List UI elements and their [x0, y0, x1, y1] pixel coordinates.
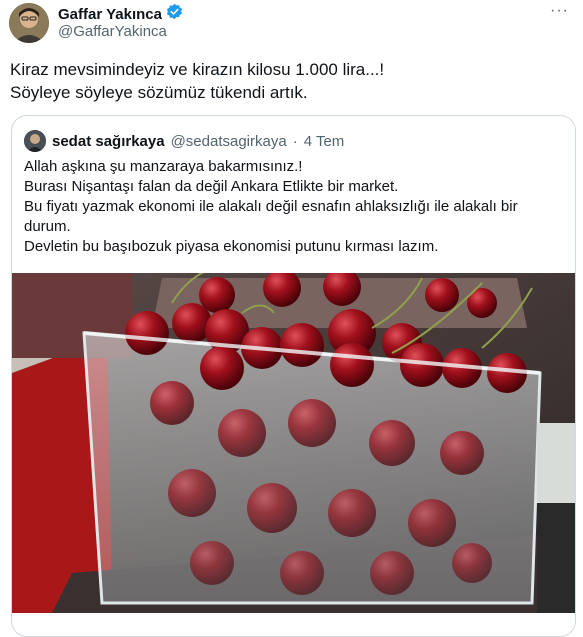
author-avatar[interactable]	[9, 3, 49, 43]
quote-header: sedat sağırkaya @sedatsagirkaya · 4 Tem	[24, 130, 344, 152]
quote-line: durum.	[24, 218, 71, 235]
author-name[interactable]: Gaffar Yakınca	[58, 6, 162, 23]
tweet-line: Kiraz mevsimindeyiz ve kirazın kilosu 1.…	[10, 60, 385, 79]
author-handle[interactable]: @GaffarYakinca	[58, 23, 167, 40]
quote-separator: ·	[292, 132, 298, 150]
quote-line: Bu fiyatı yazmak ekonomi ile alakalı değ…	[24, 198, 518, 215]
more-options-icon[interactable]: ···	[550, 2, 569, 20]
quote-timestamp[interactable]: 4 Tem	[304, 133, 345, 150]
quote-text: Allah aşkına şu manzaraya bakarmısınız.!…	[24, 157, 564, 257]
author-name-row: Gaffar Yakınca	[58, 3, 183, 25]
quote-line: Devletin bu başıbozuk piyasa ekonomisi p…	[24, 238, 439, 255]
tweet-text: Kiraz mevsimindeyiz ve kirazın kilosu 1.…	[10, 58, 570, 104]
quote-author-name[interactable]: sedat sağırkaya	[52, 133, 165, 150]
quote-line: Allah aşkına şu manzaraya bakarmısınız.!	[24, 158, 303, 175]
cherry-box-photo[interactable]	[12, 267, 575, 613]
tweet-line: Söyleye söyleye sözümüz tükendi artık.	[10, 83, 308, 102]
quote-avatar[interactable]	[24, 130, 46, 152]
quoted-tweet[interactable]: sedat sağırkaya @sedatsagirkaya · 4 Tem …	[11, 115, 576, 637]
verified-badge-icon	[166, 3, 183, 25]
quote-author-handle[interactable]: @sedatsagirkaya	[171, 133, 287, 150]
quote-line: Burası Nişantaşı falan da değil Ankara E…	[24, 178, 399, 195]
